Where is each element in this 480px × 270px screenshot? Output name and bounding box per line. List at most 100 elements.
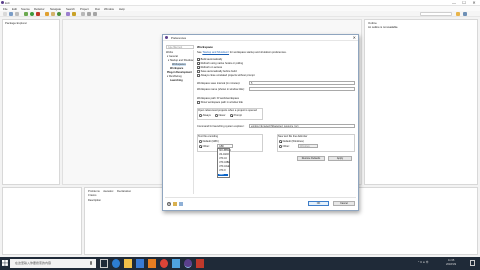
- refresh-on-access-checkbox[interactable]: Refresh on access: [197, 66, 222, 69]
- export-icon[interactable]: [179, 202, 183, 206]
- task-view-icon[interactable]: [100, 259, 108, 268]
- radio-label: Other:: [282, 145, 290, 148]
- encoding-other-radio[interactable]: Other:: [199, 145, 210, 148]
- taskbar-search-placeholder: 在这里输入你要搜索的内容: [15, 261, 52, 265]
- close-unrelated-checkbox[interactable]: Always close unrelated projects without …: [197, 74, 255, 77]
- declaration-tab[interactable]: Declaration: [117, 189, 131, 193]
- tree-item-workspace[interactable]: Workspace: [170, 67, 183, 70]
- checkbox-icon: [197, 101, 200, 104]
- tree-item[interactable]: Works: [166, 51, 173, 54]
- store-icon[interactable]: [136, 259, 144, 268]
- annotation-next-icon[interactable]: [81, 12, 85, 16]
- tree-item-launching[interactable]: Launching: [170, 79, 183, 82]
- tree-item-general[interactable]: ▾ General: [167, 55, 178, 58]
- apply-button[interactable]: Apply: [328, 156, 352, 161]
- outline-message: An outline is not available.: [368, 26, 399, 29]
- startup-shutdown-link[interactable]: 'Startup and Shutdown': [202, 51, 229, 54]
- window-title: Ecli: [5, 1, 10, 5]
- system-explorer-label: Command for launching system explorer:: [197, 125, 245, 128]
- search-icon[interactable]: [72, 12, 76, 16]
- encoding-default-radio[interactable]: Default (GBK): [199, 140, 219, 143]
- encoding-option[interactable]: UTF-8: [219, 170, 226, 172]
- debug-perspective-icon[interactable]: [463, 12, 467, 16]
- tree-item-workspaces[interactable]: Workspaces: [172, 63, 186, 66]
- maximize-button[interactable]: ☐: [460, 0, 468, 5]
- external-tools-icon[interactable]: [36, 12, 40, 16]
- cancel-button[interactable]: Cancel: [333, 201, 355, 206]
- radio-label: Always: [202, 114, 211, 117]
- save-interval-field[interactable]: 5: [249, 81, 355, 85]
- dialog-separator: [165, 197, 356, 198]
- new-package-icon[interactable]: [51, 12, 55, 16]
- debug-icon[interactable]: [24, 12, 28, 16]
- encoding-option[interactable]: UTF-16LE: [219, 166, 230, 168]
- import-icon[interactable]: [173, 202, 177, 206]
- workspace-name-field[interactable]: [249, 87, 355, 91]
- new-class-icon[interactable]: [57, 12, 61, 16]
- windows-start-icon[interactable]: [2, 260, 8, 266]
- edge-browser-icon[interactable]: [112, 259, 120, 268]
- delimiter-default-radio[interactable]: Default (Windows): [279, 140, 304, 143]
- save-icon[interactable]: [9, 12, 13, 16]
- java-perspective-icon[interactable]: [456, 12, 460, 16]
- problems-tab[interactable]: Problems: [88, 189, 100, 193]
- encoding-option[interactable]: US-ASCII: [219, 154, 229, 156]
- encoding-option[interactable]: UTF-16: [219, 158, 227, 160]
- file-explorer-icon[interactable]: [124, 259, 132, 268]
- forward-icon[interactable]: [93, 12, 97, 16]
- show-path-checkbox[interactable]: Show workspace path in window title: [197, 101, 243, 104]
- minimize-button[interactable]: —: [450, 0, 458, 5]
- encoding-option[interactable]: UTF-16BE: [219, 162, 230, 164]
- run-icon[interactable]: [30, 12, 34, 16]
- restore-defaults-button[interactable]: Restore Defaults: [297, 156, 325, 161]
- encoding-option[interactable]: ISO-8859-1: [219, 150, 231, 152]
- problems-summary: 0 items: [88, 194, 97, 197]
- checkbox-label: Show workspace path in window title: [200, 101, 243, 104]
- panel-intro: See 'Startup and Shutdown' for workspace…: [197, 51, 287, 54]
- open-type-icon[interactable]: [66, 12, 70, 16]
- preferences-dialog: Preferences ✕ type filter text Works ▾ G…: [162, 34, 359, 211]
- delimiter-other-radio[interactable]: Other:: [279, 145, 290, 148]
- tree-item-plugin-development[interactable]: Plug-in Development: [167, 71, 192, 74]
- refresh-native-hooks-checkbox[interactable]: Refresh using native hooks or polling: [197, 62, 243, 65]
- system-tray[interactable]: ^ ⊡ ⊛ 中: [418, 260, 428, 264]
- media-player-icon[interactable]: [148, 259, 156, 268]
- build-automatically-checkbox[interactable]: Build automatically: [197, 58, 222, 61]
- quick-access-icon[interactable]: [420, 12, 452, 16]
- microphone-icon[interactable]: [90, 261, 92, 265]
- save-before-build-checkbox[interactable]: Save automatically before build: [197, 70, 237, 73]
- tree-item-run-debug[interactable]: ▾ Run/Debug: [167, 75, 182, 78]
- outline-tab[interactable]: Outline: [368, 21, 377, 25]
- system-explorer-field[interactable]: explorer /E,/select=${selected_resource_…: [249, 124, 355, 128]
- ok-button[interactable]: OK: [308, 201, 329, 206]
- javadoc-tab[interactable]: Javadoc: [103, 189, 113, 193]
- recorder-icon[interactable]: [196, 259, 204, 268]
- radio-always[interactable]: Always: [199, 114, 211, 117]
- tree-item-startup[interactable]: ▾ Startup and Shutdow: [168, 59, 193, 62]
- taskbar-search-input[interactable]: 在这里输入你要搜索的内容: [10, 259, 96, 268]
- new-icon[interactable]: [3, 12, 7, 16]
- checkbox-label: Refresh on access: [200, 66, 223, 69]
- eclipse-taskbar-icon[interactable]: [184, 259, 192, 268]
- back-icon[interactable]: [87, 12, 91, 16]
- close-icon[interactable]: ✕: [353, 35, 356, 40]
- filter-input[interactable]: type filter text: [166, 45, 194, 49]
- print-icon[interactable]: [15, 12, 19, 16]
- radio-never[interactable]: Never: [215, 114, 226, 117]
- qq-icon[interactable]: [172, 259, 180, 268]
- delimiter-select[interactable]: Windows: [298, 144, 318, 148]
- radio-prompt[interactable]: Prompt: [230, 114, 242, 117]
- clock-date[interactable]: 2018/1/9: [446, 263, 456, 266]
- intro-prefix: See: [197, 51, 202, 54]
- package-explorer-tab[interactable]: Package Explorer: [5, 21, 27, 25]
- chrome-icon[interactable]: [160, 259, 168, 268]
- close-button[interactable]: ✕: [470, 0, 478, 5]
- notification-icon[interactable]: [470, 260, 475, 266]
- clock-time[interactable]: 11:35: [448, 259, 454, 262]
- encoding-option-selected[interactable]: GBK: [218, 174, 228, 176]
- radio-label: Never: [218, 114, 226, 117]
- encoding-title: Text file encoding: [198, 135, 219, 138]
- help-icon[interactable]: ?: [167, 202, 171, 206]
- description-column-header[interactable]: Description: [88, 199, 101, 202]
- new-java-project-icon[interactable]: [45, 12, 49, 16]
